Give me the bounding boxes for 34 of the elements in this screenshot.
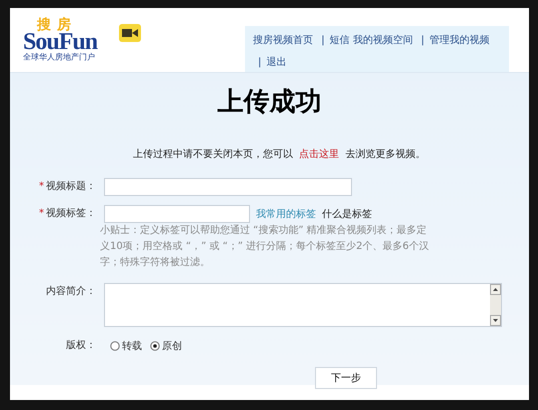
nav-link[interactable]: 管理我的视频 bbox=[429, 35, 490, 46]
help-link[interactable]: 什么是标签 bbox=[322, 207, 372, 221]
tags-input[interactable] bbox=[104, 205, 250, 223]
field-label: 内容简介： bbox=[46, 286, 96, 297]
browse-link[interactable]: 点击这里 bbox=[299, 149, 340, 160]
notice-text: 上传过程中请不要关闭本页，您可以 点击这里 去浏览更多视频。 bbox=[133, 148, 426, 161]
nav-link[interactable]: 退出 bbox=[266, 57, 286, 68]
field-label: 视频标题： bbox=[46, 181, 96, 192]
hint-text: 小贴士：定义标签可以帮助您通过 “搜索功能” 精准聚合视频列表；最多定义10项；用空格或 “，” 或 “；” 进行分隔；每个标签至少2个、最多6个汉字；特殊字符将被过滤。 bbox=[100, 224, 430, 270]
radio-selected-icon[interactable] bbox=[150, 341, 160, 351]
radio-option[interactable]: 转载 bbox=[110, 339, 142, 353]
scrollbar[interactable] bbox=[490, 284, 501, 326]
common-tags-link[interactable]: 我常用的标签 bbox=[256, 207, 316, 221]
required-mark: * bbox=[39, 181, 44, 192]
nav-link[interactable]: 短信 bbox=[330, 35, 350, 46]
separator-text: | bbox=[258, 57, 262, 68]
field-label: 视频标签： bbox=[46, 208, 96, 219]
logo-tagline: 全球华人房地产门户 bbox=[23, 53, 95, 63]
page-heading: 上传成功 bbox=[216, 87, 322, 117]
required-mark: * bbox=[39, 208, 44, 219]
logo-chinese-text: 搜房 bbox=[37, 18, 78, 32]
scroll-up-icon[interactable] bbox=[490, 284, 501, 295]
nav-link[interactable]: 搜房视频首页 bbox=[253, 35, 313, 46]
separator-text: | bbox=[420, 35, 424, 46]
title-input[interactable] bbox=[104, 178, 352, 196]
radio-option[interactable]: 原创 bbox=[150, 339, 182, 353]
scroll-down-icon[interactable] bbox=[490, 315, 501, 326]
separator-text: | bbox=[321, 35, 325, 46]
next-step-button[interactable]: 下一步 bbox=[315, 367, 377, 389]
field-label: 版权： bbox=[66, 340, 96, 351]
radio-icon[interactable] bbox=[110, 341, 120, 351]
nav-link[interactable]: 我的视频空间 bbox=[352, 35, 413, 46]
logo-text: SouFun bbox=[23, 32, 99, 52]
video-camera-icon bbox=[119, 24, 141, 42]
